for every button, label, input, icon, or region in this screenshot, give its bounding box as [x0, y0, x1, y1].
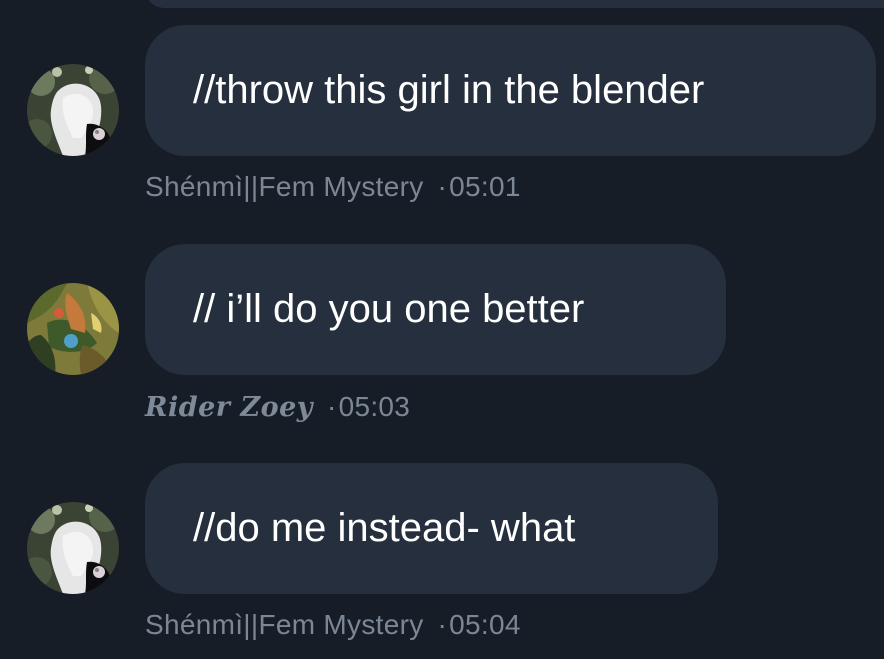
message-bubble[interactable]: //do me instead- what	[145, 463, 718, 594]
meta-separator: ·	[437, 609, 448, 640]
message-row: //do me instead- what Shénmì||Fem Myster…	[0, 0, 884, 659]
avatar-white-hair-icon[interactable]	[27, 502, 119, 594]
timestamp: 05:04	[449, 609, 521, 640]
author-name[interactable]: Shénmì||Fem Mystery	[145, 609, 424, 640]
message-meta: Shénmì||Fem Mystery ·05:04	[145, 609, 521, 641]
message-text: //do me instead- what	[193, 506, 576, 550]
